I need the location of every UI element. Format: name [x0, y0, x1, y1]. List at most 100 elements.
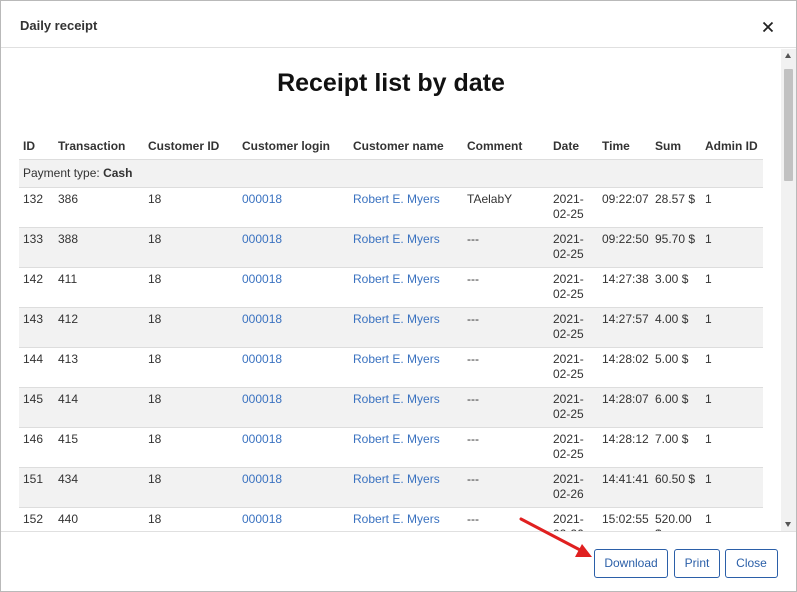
column-header-customer-id: Customer ID — [144, 133, 238, 160]
cell-time: 14:28:07 — [598, 387, 651, 428]
date-part: 02-25 — [553, 247, 584, 261]
date-part: 2021- — [553, 352, 584, 366]
cell-date: 2021- 02-25 — [549, 227, 598, 268]
column-header-time: Time — [598, 133, 651, 160]
payment-type-group-row: Payment type: Cash — [19, 159, 763, 188]
date-part: 2021- — [553, 472, 584, 486]
customer-name-link[interactable]: Robert E. Myers — [353, 232, 440, 246]
cell-id: 132 — [19, 187, 54, 228]
annotation-arrow-icon — [519, 517, 592, 557]
customer-name-link[interactable]: Robert E. Myers — [353, 472, 440, 486]
customer-name-link[interactable]: Robert E. Myers — [353, 352, 440, 366]
cell-admin-id: 1 — [701, 227, 763, 268]
cell-comment: --- — [463, 227, 549, 268]
cell-comment: --- — [463, 347, 549, 388]
download-button[interactable]: Download — [594, 549, 668, 578]
vertical-scrollbar[interactable] — [781, 49, 796, 531]
cell-time: 14:28:02 — [598, 347, 651, 388]
cell-time: 14:28:12 — [598, 427, 651, 468]
customer-login-link[interactable]: 000018 — [242, 472, 282, 486]
cell-sum: 95.70 $ — [651, 227, 701, 268]
cell-id: 144 — [19, 347, 54, 388]
cell-sum: 6.00 $ — [651, 387, 701, 428]
cell-id: 146 — [19, 427, 54, 468]
cell-transaction: 434 — [54, 467, 144, 508]
column-header-transaction: Transaction — [54, 133, 144, 160]
cell-time: 09:22:50 — [598, 227, 651, 268]
date-part: 2021- — [553, 312, 584, 326]
table-row: 15244018000018Robert E. Myers---2021-02-… — [19, 507, 763, 531]
cell-customer-id: 18 — [144, 427, 238, 468]
cell-customer-id: 18 — [144, 227, 238, 268]
date-part: 02-25 — [553, 407, 584, 421]
cell-transaction: 412 — [54, 307, 144, 348]
date-part: 02-26 — [553, 487, 584, 501]
column-header-date: Date — [549, 133, 598, 160]
cell-admin-id: 1 — [701, 347, 763, 388]
cell-transaction: 413 — [54, 347, 144, 388]
cell-date: 2021- 02-25 — [549, 427, 598, 468]
customer-login-link[interactable]: 000018 — [242, 432, 282, 446]
print-button[interactable]: Print — [674, 549, 720, 578]
daily-receipt-dialog: Daily receipt Receipt list by date ID Tra… — [0, 0, 797, 592]
cell-date: 2021- 02-25 — [549, 307, 598, 348]
cell-comment: --- — [463, 267, 549, 308]
cell-date: 2021-02-26 — [549, 467, 598, 508]
cell-transaction: 414 — [54, 387, 144, 428]
customer-name-link[interactable]: Robert E. Myers — [353, 312, 440, 326]
customer-name-link[interactable]: Robert E. Myers — [353, 432, 440, 446]
cell-sum: 7.00 $ — [651, 427, 701, 468]
cell-date: 2021- 02-25 — [549, 267, 598, 308]
customer-login-link[interactable]: 000018 — [242, 392, 282, 406]
date-part: 2021- — [553, 432, 584, 446]
cell-admin-id: 1 — [701, 187, 763, 228]
scroll-up-arrow-icon[interactable] — [785, 53, 791, 58]
dialog-footer: Download Print Close — [1, 531, 796, 591]
cell-customer-id: 18 — [144, 387, 238, 428]
customer-name-link[interactable]: Robert E. Myers — [353, 392, 440, 406]
cell-id: 142 — [19, 267, 54, 308]
cell-id: 145 — [19, 387, 54, 428]
payment-type-label: Payment type: — [23, 166, 100, 180]
customer-login-link[interactable]: 000018 — [242, 192, 282, 206]
date-part: 2021- — [553, 392, 584, 406]
table-row: 132 386 18 000018 Robert E. Myers TAelabY 2021… — [19, 187, 763, 228]
cell-sum: 28.57 $ — [651, 187, 701, 228]
customer-login-link[interactable]: 000018 — [242, 312, 282, 326]
cell-time: 14:41:41 — [598, 467, 651, 508]
customer-login-link[interactable]: 000018 — [242, 352, 282, 366]
close-icon[interactable] — [762, 21, 776, 35]
column-header-comment: Comment — [463, 133, 549, 160]
customer-login-link[interactable]: 000018 — [242, 232, 282, 246]
date-part: 02-25 — [553, 367, 584, 381]
column-header-sum: Sum — [651, 133, 701, 160]
table-row: 133 388 18 000018 Robert E. Myers --- 2021- 02-… — [19, 227, 763, 268]
cell-customer-id: 18 — [144, 507, 238, 531]
cell-transaction: 440 — [54, 507, 144, 531]
date-part: 2021- — [553, 192, 584, 206]
cell-sum: 520.00 $ — [651, 507, 701, 531]
close-button[interactable]: Close — [725, 549, 778, 578]
dialog-header: Daily receipt — [1, 1, 796, 48]
cell-comment: --- — [463, 467, 549, 508]
cell-admin-id: 1 — [701, 507, 763, 531]
cell-time: 14:27:57 — [598, 307, 651, 348]
customer-name-link[interactable]: Robert E. Myers — [353, 512, 440, 526]
cell-admin-id: 1 — [701, 267, 763, 308]
dialog-body[interactable]: Receipt list by date ID Transaction Custom… — [1, 49, 796, 531]
cell-time: 09:22:07 — [598, 187, 651, 228]
customer-login-link[interactable]: 000018 — [242, 272, 282, 286]
cell-id: 133 — [19, 227, 54, 268]
customer-name-link[interactable]: Robert E. Myers — [353, 272, 440, 286]
customer-login-link[interactable]: 000018 — [242, 512, 282, 526]
scroll-thumb[interactable] — [784, 69, 793, 181]
cell-transaction: 415 — [54, 427, 144, 468]
cell-customer-id: 18 — [144, 267, 238, 308]
date-part: 2021- — [553, 232, 584, 246]
cell-customer-id: 18 — [144, 307, 238, 348]
table-row: 151 434 18 000018 Robert E. Myers --- 2021- 02-… — [19, 467, 763, 508]
receipt-table: ID Transaction Customer ID Customer login Cu… — [19, 133, 763, 531]
customer-name-link[interactable]: Robert E. Myers — [353, 192, 440, 206]
scroll-down-arrow-icon[interactable] — [785, 522, 791, 527]
cell-admin-id: 1 — [701, 307, 763, 348]
